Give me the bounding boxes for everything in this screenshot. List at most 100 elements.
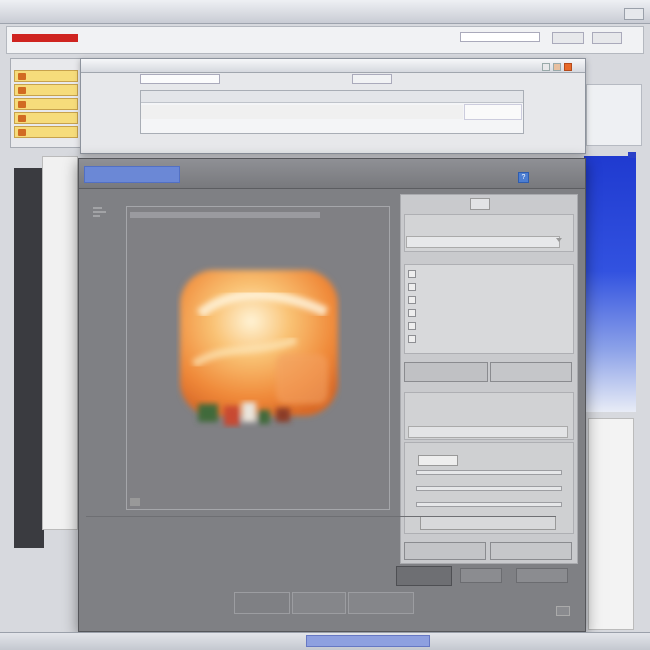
panel-button[interactable] (404, 542, 486, 560)
dialog-action-button[interactable] (516, 568, 568, 583)
checkbox-icon[interactable] (408, 296, 416, 304)
help-icon[interactable]: ? (518, 172, 529, 183)
background-right-item[interactable] (590, 136, 638, 146)
settings-tab-label[interactable] (406, 200, 466, 208)
divider (86, 516, 556, 517)
info-value (128, 520, 208, 527)
folder-icon (18, 129, 26, 136)
slider-label (418, 478, 518, 485)
background-blue-strip (628, 152, 636, 158)
image-thumbnail-icon[interactable] (176, 264, 342, 436)
background-window-close-button[interactable] (624, 8, 644, 20)
taskbar-start[interactable] (6, 636, 96, 645)
folder-icon (18, 87, 26, 94)
taskbar-clock (620, 636, 644, 645)
info-label (128, 536, 198, 543)
background-toolbar (6, 26, 644, 54)
resize-grip-icon[interactable] (556, 606, 570, 616)
middle-status-right[interactable] (540, 139, 566, 146)
info-value (128, 549, 208, 556)
background-left-item[interactable] (14, 126, 78, 138)
middle-right-button[interactable] (528, 122, 572, 133)
background-blue-gradient-panel (584, 156, 636, 412)
background-right-item[interactable] (590, 100, 638, 110)
checkbox-icon[interactable] (408, 309, 416, 317)
background-dark-strip (14, 168, 44, 548)
background-left-item[interactable] (14, 84, 78, 96)
list-footer (420, 348, 480, 355)
panel-button[interactable] (490, 362, 572, 382)
middle-window-field[interactable] (140, 74, 220, 84)
table-cell (296, 109, 346, 117)
preview-subcaption (166, 470, 346, 478)
settings-tab-button[interactable] (470, 198, 490, 210)
settings-field[interactable] (408, 426, 568, 438)
folder-icon (18, 115, 26, 122)
background-right-item[interactable] (590, 88, 638, 98)
dialog-path-text (130, 194, 390, 202)
background-toolbar-button[interactable] (552, 32, 584, 44)
middle-window-button[interactable] (352, 74, 392, 84)
settings-dropdown[interactable] (406, 236, 560, 248)
settings-slider[interactable] (416, 470, 562, 475)
options-list (404, 264, 574, 354)
settings-select-caption (460, 456, 550, 464)
dialog-footer-button[interactable] (292, 592, 346, 614)
middle-status-label (110, 139, 134, 146)
slider-label (418, 493, 518, 500)
checkbox-icon[interactable] (408, 270, 416, 278)
background-page-subtitle (28, 44, 88, 51)
middle-status-text (190, 139, 250, 146)
background-brand-bar (12, 34, 78, 42)
settings-group-label (408, 228, 488, 235)
middle-status-value (392, 139, 442, 146)
middle-side-item[interactable] (92, 125, 132, 134)
panel-button[interactable] (490, 542, 572, 560)
panel-button[interactable] (420, 516, 556, 530)
minimize-icon[interactable] (542, 63, 550, 71)
background-side-label (48, 182, 76, 190)
background-window-title (6, 10, 306, 18)
background-toolbar-button[interactable] (592, 32, 622, 44)
background-left-item[interactable] (14, 70, 78, 82)
dialog-footer-button[interactable] (348, 592, 414, 614)
checkbox-icon[interactable] (408, 283, 416, 291)
background-left-item[interactable] (14, 98, 78, 110)
background-left-item[interactable] (14, 112, 78, 124)
settings-slider[interactable] (416, 502, 562, 507)
middle-side-item[interactable] (92, 113, 132, 122)
background-right-item[interactable] (590, 124, 638, 134)
settings-group-text (410, 408, 560, 416)
close-icon[interactable] (564, 63, 572, 71)
settings-slider[interactable] (416, 486, 562, 491)
background-white-strip (42, 156, 78, 530)
background-address-field[interactable] (460, 32, 540, 42)
folder-icon (18, 73, 26, 80)
table-cell (146, 109, 192, 117)
settings-select[interactable] (418, 455, 458, 466)
folder-icon (18, 101, 26, 108)
middle-right-button[interactable] (528, 108, 572, 119)
slider-label (418, 508, 518, 515)
preview-caption (236, 458, 296, 466)
info-label (86, 549, 116, 556)
panel-button[interactable] (404, 362, 488, 382)
checkbox-icon[interactable] (408, 322, 416, 330)
background-right-item[interactable] (590, 112, 638, 122)
info-label (90, 520, 116, 527)
taskbar-active-item[interactable] (306, 635, 430, 647)
toolbar-icon[interactable] (92, 206, 110, 218)
middle-side-item[interactable] (92, 101, 132, 110)
maximize-icon[interactable] (553, 63, 561, 71)
dialog-footer-button[interactable] (234, 592, 290, 614)
middle-table-header (141, 91, 523, 103)
info-value (288, 549, 358, 556)
checkbox-icon[interactable] (408, 335, 416, 343)
dropdown-arrow-icon[interactable] (556, 238, 562, 244)
table-cell (464, 104, 522, 120)
dialog-title (88, 171, 176, 179)
dialog-action-button[interactable] (396, 566, 452, 586)
info-value (244, 549, 274, 556)
dialog-action-button[interactable] (460, 568, 502, 583)
middle-side-item[interactable] (92, 90, 132, 99)
